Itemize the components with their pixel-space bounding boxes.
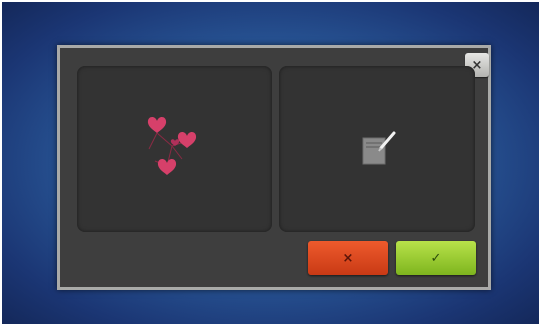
screen-background: × × ✓ [2, 2, 539, 324]
edit-design-panel[interactable] [279, 66, 475, 232]
cancel-icon: × [342, 250, 354, 266]
design-preview-panel[interactable] [77, 66, 272, 232]
hearts-design-icon [147, 117, 197, 175]
edit-pencil-icon [362, 131, 396, 165]
confirm-button[interactable]: ✓ [396, 241, 476, 275]
dialog: × × ✓ [57, 45, 491, 290]
checkmark-icon: ✓ [430, 250, 442, 266]
cancel-button[interactable]: × [308, 241, 388, 275]
